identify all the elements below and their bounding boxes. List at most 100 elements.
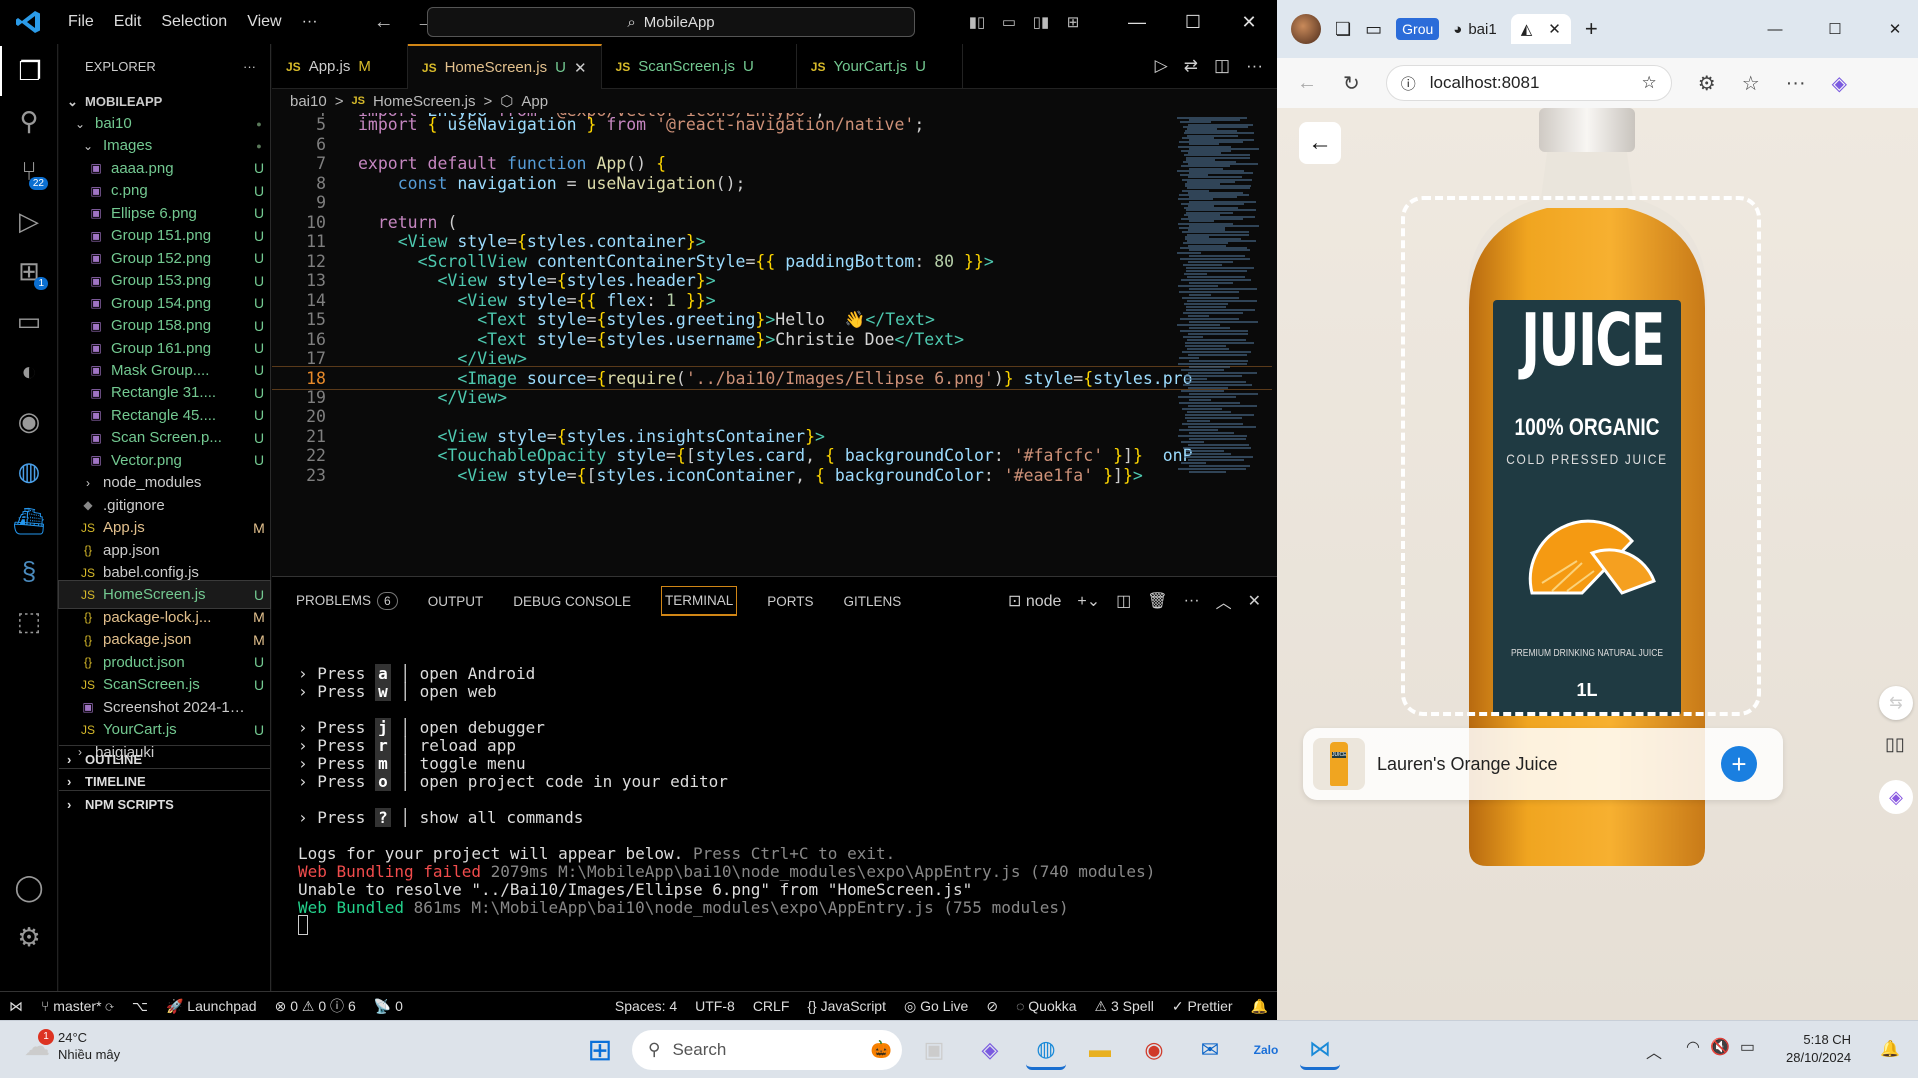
tab-debug-console[interactable]: DEBUG CONSOLE [513, 594, 631, 609]
tab-close-icon[interactable]: ✕ [574, 59, 587, 77]
copilot-icon[interactable]: ⊘ [977, 998, 1007, 1015]
zalo-icon[interactable]: Zalo [1246, 1030, 1286, 1070]
refresh-icon[interactable]: ↻ [1343, 71, 1360, 96]
gitlens-inspect-icon[interactable]: ◉ [0, 396, 58, 446]
explorer-icon[interactable]: ❐ [0, 46, 58, 96]
explorer-more-icon[interactable]: ··· [243, 59, 256, 74]
launchpad-status[interactable]: 🚀 Launchpad [157, 998, 266, 1015]
back-button[interactable]: ← [1299, 122, 1341, 164]
eol-status[interactable]: CRLF [744, 998, 799, 1014]
notifications-icon[interactable]: 🔔 [1880, 1039, 1900, 1059]
tab-active[interactable]: ◭ ✕ [1510, 14, 1571, 44]
tab-problems[interactable]: PROBLEMS 6 [296, 592, 398, 610]
outlook-icon[interactable]: ✉ [1190, 1030, 1230, 1070]
close-panel-icon[interactable]: ✕ [1248, 591, 1261, 611]
start-icon[interactable]: ⊞ [580, 1030, 620, 1070]
favorite-star-icon[interactable]: ☆ [1642, 73, 1657, 93]
system-tray[interactable]: ◠ 🔇 ▭ [1686, 1037, 1755, 1057]
code-editor[interactable]: 4import Entypo from '@expo/vector-icons/… [272, 113, 1277, 576]
tab-output[interactable]: OUTPUT [428, 594, 484, 609]
maximize-panel-icon[interactable]: ︿ [1216, 589, 1232, 613]
prettier-status[interactable]: ✓ Prettier [1163, 998, 1242, 1015]
add-to-cart-button[interactable]: + [1721, 746, 1757, 782]
new-tab-icon[interactable]: + [1585, 16, 1598, 42]
breadcrumb-folder[interactable]: bai10 [290, 93, 327, 110]
encoding-status[interactable]: UTF-8 [686, 998, 744, 1014]
section-npm-scripts[interactable]: › NPM SCRIPTS [59, 790, 270, 817]
remote-indicator-icon[interactable]: ⋈ [0, 998, 32, 1015]
browser-more-icon[interactable]: ··· [1786, 72, 1806, 95]
tab-app-js[interactable]: JS App.js M [272, 44, 408, 89]
profile-avatar[interactable] [1291, 14, 1321, 44]
copilot-browser-icon[interactable]: ◈ [1832, 71, 1847, 96]
tab-ports[interactable]: PORTS [767, 594, 813, 609]
toggle-secondary-sidebar-icon[interactable]: ▯▮ [1025, 13, 1057, 31]
maximize-icon[interactable]: ☐ [1165, 12, 1221, 33]
docker-icon[interactable]: ⛴ [0, 496, 58, 546]
toggle-sidebar-icon[interactable]: ▮▯ [961, 13, 993, 31]
menu-more[interactable]: ··· [292, 13, 328, 31]
tab-scanscreen-js[interactable]: JS ScanScreen.js U [602, 44, 797, 89]
address-bar[interactable]: ⓘ localhost:8081 ☆ [1385, 65, 1672, 101]
go-live-status[interactable]: ◎ Go Live [895, 998, 977, 1015]
weather-widget[interactable]: ☁ 1 24°C Nhiều mây [24, 1028, 120, 1063]
task-view-icon[interactable]: ▣ [914, 1030, 954, 1070]
edge-taskbar-icon[interactable]: ◍ [1026, 1030, 1066, 1070]
copilot-taskbar-icon[interactable]: ◈ [970, 1030, 1010, 1070]
show-hidden-icons[interactable]: ︿ [1646, 1039, 1662, 1063]
menu-edit[interactable]: Edit [104, 13, 152, 31]
file-explorer-icon[interactable]: ▬ [1080, 1030, 1120, 1070]
workspaces-icon[interactable]: ❏ [1335, 19, 1351, 40]
tab-group-chip[interactable]: Grou [1396, 18, 1440, 40]
kill-terminal-icon[interactable]: 🗑 [1147, 591, 1167, 611]
back-arrow-icon[interactable]: ← [374, 11, 394, 34]
python-icon[interactable]: § [0, 546, 58, 596]
customize-layout-icon[interactable]: ⊞ [1057, 13, 1089, 31]
gitlens-icon[interactable]: ◐ [0, 346, 58, 396]
run-debug-icon[interactable]: ▷ [0, 196, 58, 246]
copilot-sidebar-icon[interactable]: ◈ [1879, 780, 1913, 814]
vertical-tabs-icon[interactable]: ▭ [1365, 19, 1382, 40]
extensions-icon[interactable]: ⊞ 1 [0, 246, 58, 296]
new-terminal-icon[interactable]: +⌄ [1077, 591, 1100, 611]
browser-minimize-icon[interactable]: — [1752, 21, 1798, 38]
minimize-icon[interactable]: — [1109, 12, 1165, 33]
tab-gitlens[interactable]: GITLENS [844, 594, 902, 609]
split-editor-icon[interactable]: ◫ [1214, 56, 1230, 76]
translate-icon[interactable]: ⇆ [1879, 686, 1913, 720]
remote-explorer-icon[interactable]: ▭ [0, 296, 58, 346]
ports-status[interactable]: 📡 0 [365, 998, 412, 1015]
command-center-search[interactable]: ⌕ MobileApp [427, 7, 915, 37]
menu-view[interactable]: View [237, 13, 291, 31]
menu-selection[interactable]: Selection [151, 13, 237, 31]
editor-more-icon[interactable]: ··· [1246, 56, 1263, 76]
spell-status[interactable]: ⚠ 3 Spell [1086, 998, 1163, 1015]
compare-changes-icon[interactable]: ⇄ [1184, 56, 1198, 76]
run-icon[interactable]: ▷ [1155, 56, 1168, 76]
testing-icon[interactable]: ⬚ [0, 596, 58, 646]
minimap[interactable] [1177, 113, 1259, 576]
product-card[interactable]: JUICE Lauren's Orange Juice [1303, 728, 1783, 800]
menu-file[interactable]: File [58, 13, 104, 31]
browser-back-icon[interactable]: ← [1297, 72, 1317, 95]
edge-devtools-icon[interactable]: ◍ [0, 446, 58, 496]
quokka-status[interactable]: ◌ Quokka [1007, 998, 1085, 1014]
breadcrumb-file[interactable]: HomeScreen.js [373, 93, 476, 110]
tab-terminal[interactable]: TERMINAL [661, 586, 738, 616]
settings-gear-icon[interactable]: ⚙ [0, 912, 58, 962]
indentation-status[interactable]: Spaces: 4 [606, 998, 686, 1014]
account-icon[interactable]: ◯ [0, 862, 58, 912]
site-info-icon[interactable]: ⓘ [1401, 73, 1416, 94]
split-terminal-icon[interactable]: ◫ [1116, 591, 1131, 611]
tab-close-icon[interactable]: ✕ [1548, 20, 1561, 38]
source-control-icon[interactable]: ⑂ 22 [0, 146, 58, 196]
panel-more-icon[interactable]: ··· [1184, 592, 1200, 610]
extensions-puzzle-icon[interactable]: ⚙ [1698, 71, 1716, 96]
favorites-icon[interactable]: ☆ [1742, 71, 1760, 96]
taskbar-search[interactable]: ⚲ Search 🎃 [632, 1030, 902, 1070]
language-status[interactable]: {} JavaScript [798, 998, 895, 1014]
close-icon[interactable]: ✕ [1221, 12, 1277, 33]
clock[interactable]: 5:18 CH 28/10/2024 [1786, 1031, 1851, 1067]
problems-status[interactable]: ⊗ 0 ⚠ 0 ⓘ 6 [266, 996, 365, 1016]
notifications-bell-icon[interactable]: 🔔 [1242, 998, 1277, 1015]
